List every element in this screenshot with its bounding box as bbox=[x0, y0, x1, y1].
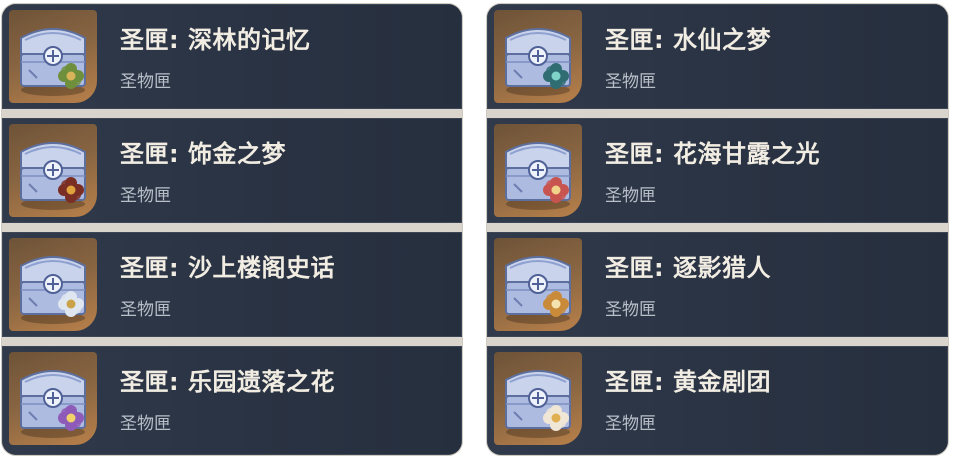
chest-with-flower-icon bbox=[9, 238, 97, 331]
item-type-label: 圣物匣 bbox=[605, 300, 656, 320]
item-type-label: 圣物匣 bbox=[605, 72, 656, 92]
item-title: 圣匣: 黄金剧团 bbox=[605, 368, 771, 396]
item-row[interactable]: 圣匣: 饰金之梦 圣物匣 bbox=[2, 118, 462, 223]
item-type-label: 圣物匣 bbox=[605, 414, 656, 434]
right-item-panel: 圣匣: 水仙之梦 圣物匣 圣匣: 花海甘露之光 圣物匣 圣匣: 逐影猎人 圣物匣… bbox=[487, 4, 948, 455]
item-row[interactable]: 圣匣: 乐园遗落之花 圣物匣 bbox=[2, 346, 462, 455]
chest-with-flower-icon bbox=[9, 352, 97, 445]
chest-with-flower-icon bbox=[494, 352, 582, 445]
left-item-panel: 圣匣: 深林的记忆 圣物匣 圣匣: 饰金之梦 圣物匣 圣匣: 沙上楼阁史话 圣物… bbox=[2, 4, 462, 455]
item-row[interactable]: 圣匣: 逐影猎人 圣物匣 bbox=[487, 232, 948, 337]
item-title: 圣匣: 乐园遗落之花 bbox=[120, 368, 335, 396]
item-row[interactable]: 圣匣: 深林的记忆 圣物匣 bbox=[2, 4, 462, 109]
chest-with-flower-icon bbox=[9, 124, 97, 217]
chest-with-flower-icon bbox=[494, 124, 582, 217]
chest-with-flower-icon bbox=[494, 10, 582, 103]
item-title: 圣匣: 饰金之梦 bbox=[120, 140, 286, 168]
chest-with-flower-icon bbox=[9, 10, 97, 103]
item-type-label: 圣物匣 bbox=[605, 186, 656, 206]
item-type-label: 圣物匣 bbox=[120, 414, 171, 434]
item-title: 圣匣: 逐影猎人 bbox=[605, 254, 771, 282]
chest-with-flower-icon bbox=[494, 238, 582, 331]
item-type-label: 圣物匣 bbox=[120, 72, 171, 92]
item-title: 圣匣: 花海甘露之光 bbox=[605, 140, 820, 168]
item-type-label: 圣物匣 bbox=[120, 300, 171, 320]
item-title: 圣匣: 水仙之梦 bbox=[605, 26, 771, 54]
item-row[interactable]: 圣匣: 沙上楼阁史话 圣物匣 bbox=[2, 232, 462, 337]
item-title: 圣匣: 沙上楼阁史话 bbox=[120, 254, 335, 282]
item-row[interactable]: 圣匣: 水仙之梦 圣物匣 bbox=[487, 4, 948, 109]
item-row[interactable]: 圣匣: 黄金剧团 圣物匣 bbox=[487, 346, 948, 455]
item-title: 圣匣: 深林的记忆 bbox=[120, 26, 311, 54]
item-type-label: 圣物匣 bbox=[120, 186, 171, 206]
item-row[interactable]: 圣匣: 花海甘露之光 圣物匣 bbox=[487, 118, 948, 223]
